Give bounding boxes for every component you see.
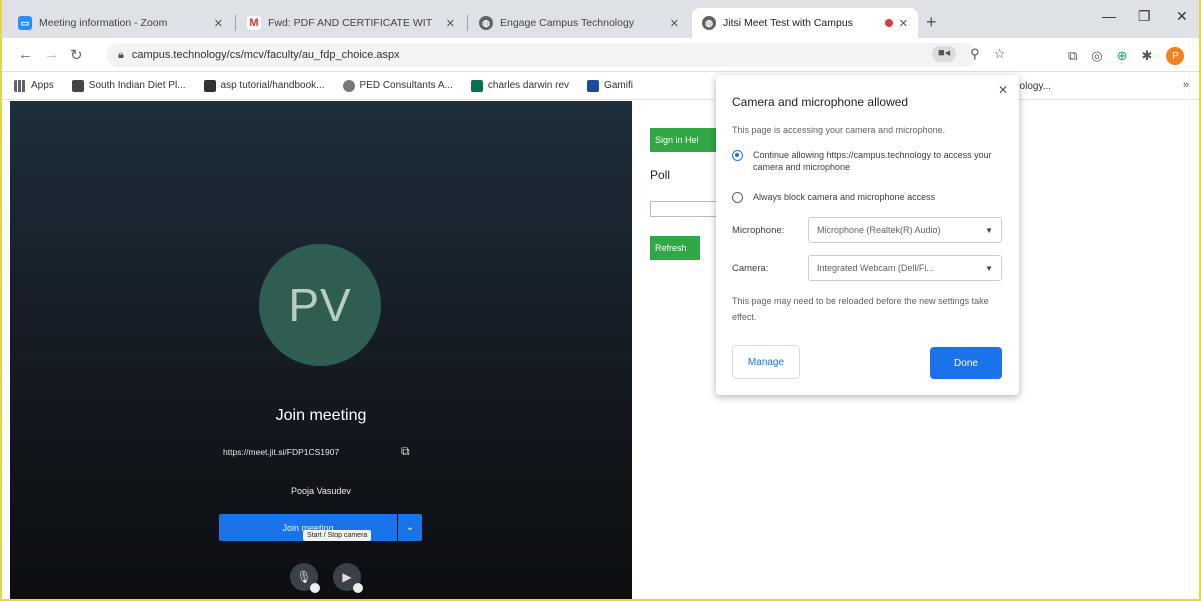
tab-jitsi-active[interactable]: ◍ Jitsi Meet Test with Campus ✕ (692, 8, 918, 38)
reload-note: This page may need to be reloaded before… (732, 296, 989, 322)
camera-icon: ▶︎ (342, 570, 352, 584)
window-close-icon[interactable]: ✕ (1176, 8, 1188, 25)
camera-value: Integrated Webcam (Dell/Fi... (817, 263, 934, 273)
poll-input[interactable] (650, 201, 718, 217)
reload-icon[interactable]: ↻ (70, 46, 83, 64)
tab-gmail[interactable]: M Fwd: PDF AND CERTIFICATE WIT ✕ (237, 8, 465, 38)
bookmarks-bar: Apps South Indian Diet Pl... asp tutoria… (0, 72, 1201, 100)
close-icon[interactable]: ✕ (998, 83, 1008, 97)
close-icon[interactable]: ✕ (899, 17, 908, 30)
bookmark-label: Gamifi (604, 80, 633, 91)
bookmark-label: asp tutorial/handbook... (220, 80, 325, 91)
camera-indicator-icon[interactable]: ■◂ (932, 46, 957, 62)
chevron-down-icon: ▼ (985, 264, 993, 273)
bookmark-label: South Indian Diet Pl... (88, 80, 186, 91)
bookmark-apps[interactable]: Apps (14, 79, 54, 92)
close-icon[interactable]: ✕ (670, 17, 679, 30)
bookmark-item[interactable]: South Indian Diet Pl... (71, 79, 186, 92)
zoom-search-icon[interactable]: ⚲ (970, 46, 980, 62)
profile-avatar[interactable]: P (1166, 47, 1185, 65)
microphone-select[interactable]: Microphone (Realtek(R) Audio) ▼ (808, 217, 1002, 243)
extension-icon[interactable]: ⧉ (1068, 48, 1077, 64)
poll-label: Poll (650, 168, 671, 182)
bookmark-item[interactable]: charles darwin rev (470, 79, 570, 92)
camera-select[interactable]: Integrated Webcam (Dell/Fi... ▼ (808, 255, 1002, 281)
bookmark-label: charles darwin rev (487, 80, 570, 91)
extension-2-icon[interactable]: ◎ (1091, 48, 1102, 64)
microphone-button[interactable]: 🎙︎ (290, 563, 320, 593)
bookmark-label: Apps (31, 80, 54, 91)
puzzle-icon[interactable]: ✱ (1142, 48, 1153, 64)
tab-label: Jitsi Meet Test with Campus (723, 17, 853, 29)
zoom-icon: ▭ (18, 16, 32, 30)
display-name[interactable]: Pooja Vasudev (10, 486, 632, 496)
camera-button[interactable]: ▶︎ (333, 563, 363, 593)
grammarly-icon[interactable]: ⊕ (1117, 48, 1128, 64)
minimize-icon[interactable]: — (1102, 8, 1116, 24)
microphone-value: Microphone (Realtek(R) Audio) (817, 225, 941, 235)
tab-engage[interactable]: ◍ Engage Campus Technology ✕ (469, 8, 689, 38)
camera-label: Camera: (732, 263, 769, 274)
popup-subtitle: This page is accessing your camera and m… (732, 125, 946, 135)
star-icon[interactable]: ☆ (994, 46, 1006, 62)
radio-unselected[interactable] (732, 192, 743, 203)
copy-icon[interactable]: ⧉ (401, 444, 410, 459)
globe-icon: ◍ (702, 16, 716, 30)
radio-selected[interactable] (732, 150, 743, 161)
permission-popup: Camera and microphone allowed ✕ This pag… (716, 75, 1019, 395)
browser-toolbar: ← → ↻ 🔒︎ campus.technology/cs/mcv/facult… (0, 38, 1201, 72)
lock-icon[interactable]: 🔒︎ (118, 49, 124, 62)
close-icon[interactable]: ✕ (446, 17, 455, 30)
meeting-prejoin-pane: PV Join meeting https://meet.jit.si/FDP1… (10, 101, 632, 601)
tab-label: Engage Campus Technology (500, 17, 635, 29)
more-bookmarks-icon[interactable]: » (1183, 79, 1189, 91)
bookmark-icon (470, 79, 483, 92)
globe-icon: ◍ (479, 16, 493, 30)
new-tab-button[interactable]: + (926, 12, 937, 33)
bookmark-icon (203, 79, 216, 92)
close-icon[interactable]: ✕ (214, 17, 223, 30)
option-block[interactable]: Always block camera and microphone acces… (732, 191, 1004, 203)
popup-title: Camera and microphone allowed (732, 95, 909, 109)
url-text: campus.technology/cs/mcv/faculty/au_fdp_… (131, 49, 400, 61)
microphone-label: Microphone: (732, 225, 785, 236)
back-icon[interactable]: ← (18, 46, 33, 63)
manage-button[interactable]: Manage (732, 345, 800, 379)
forward-icon[interactable]: → (44, 46, 59, 63)
bookmark-item[interactable]: asp tutorial/handbook... (203, 79, 325, 92)
apps-grid-icon (14, 79, 26, 92)
microphone-icon: 🎙︎ (296, 570, 312, 584)
meeting-link[interactable]: https://meet.jit.si/FDP1CS1907 (223, 447, 339, 457)
bookmark-icon (587, 79, 600, 92)
bookmark-item[interactable]: Gamifi (587, 79, 633, 92)
gmail-icon: M (247, 16, 261, 30)
page-title: Join meeting (275, 407, 367, 424)
tooltip: Start / Stop camera (303, 530, 372, 541)
tab-label: Fwd: PDF AND CERTIFICATE WIT (268, 17, 433, 29)
tab-zoom[interactable]: ▭ Meeting information - Zoom ✕ (8, 8, 233, 38)
bookmark-icon (71, 79, 84, 92)
bookmark-item[interactable]: PED Consultants A... (342, 79, 453, 92)
bookmark-label: PED Consultants A... (359, 80, 453, 91)
globe-icon (342, 79, 355, 92)
option-allow[interactable]: Continue allowing https://campus.technol… (732, 149, 1004, 173)
tab-strip: ▭ Meeting information - Zoom ✕ M Fwd: PD… (0, 0, 1201, 38)
option-block-label: Always block camera and microphone acces… (753, 192, 936, 202)
bookmark-item[interactable]: nology... (1014, 81, 1051, 92)
address-bar[interactable]: 🔒︎ campus.technology/cs/mcv/faculty/au_f… (106, 43, 976, 67)
avatar: PV (259, 244, 381, 366)
done-button[interactable]: Done (930, 347, 1002, 379)
chevron-down-icon[interactable]: ⌄ (398, 514, 422, 541)
tab-label: Meeting information - Zoom (39, 17, 168, 29)
sign-in-button[interactable]: Sign in Hel (650, 128, 718, 152)
recording-icon (884, 19, 893, 27)
refresh-button[interactable]: Refresh (650, 236, 700, 260)
chevron-down-icon: ▼ (985, 226, 993, 235)
restore-icon[interactable]: ❐ (1138, 8, 1151, 25)
option-allow-label: Continue allowing https://campus.technol… (753, 150, 992, 172)
